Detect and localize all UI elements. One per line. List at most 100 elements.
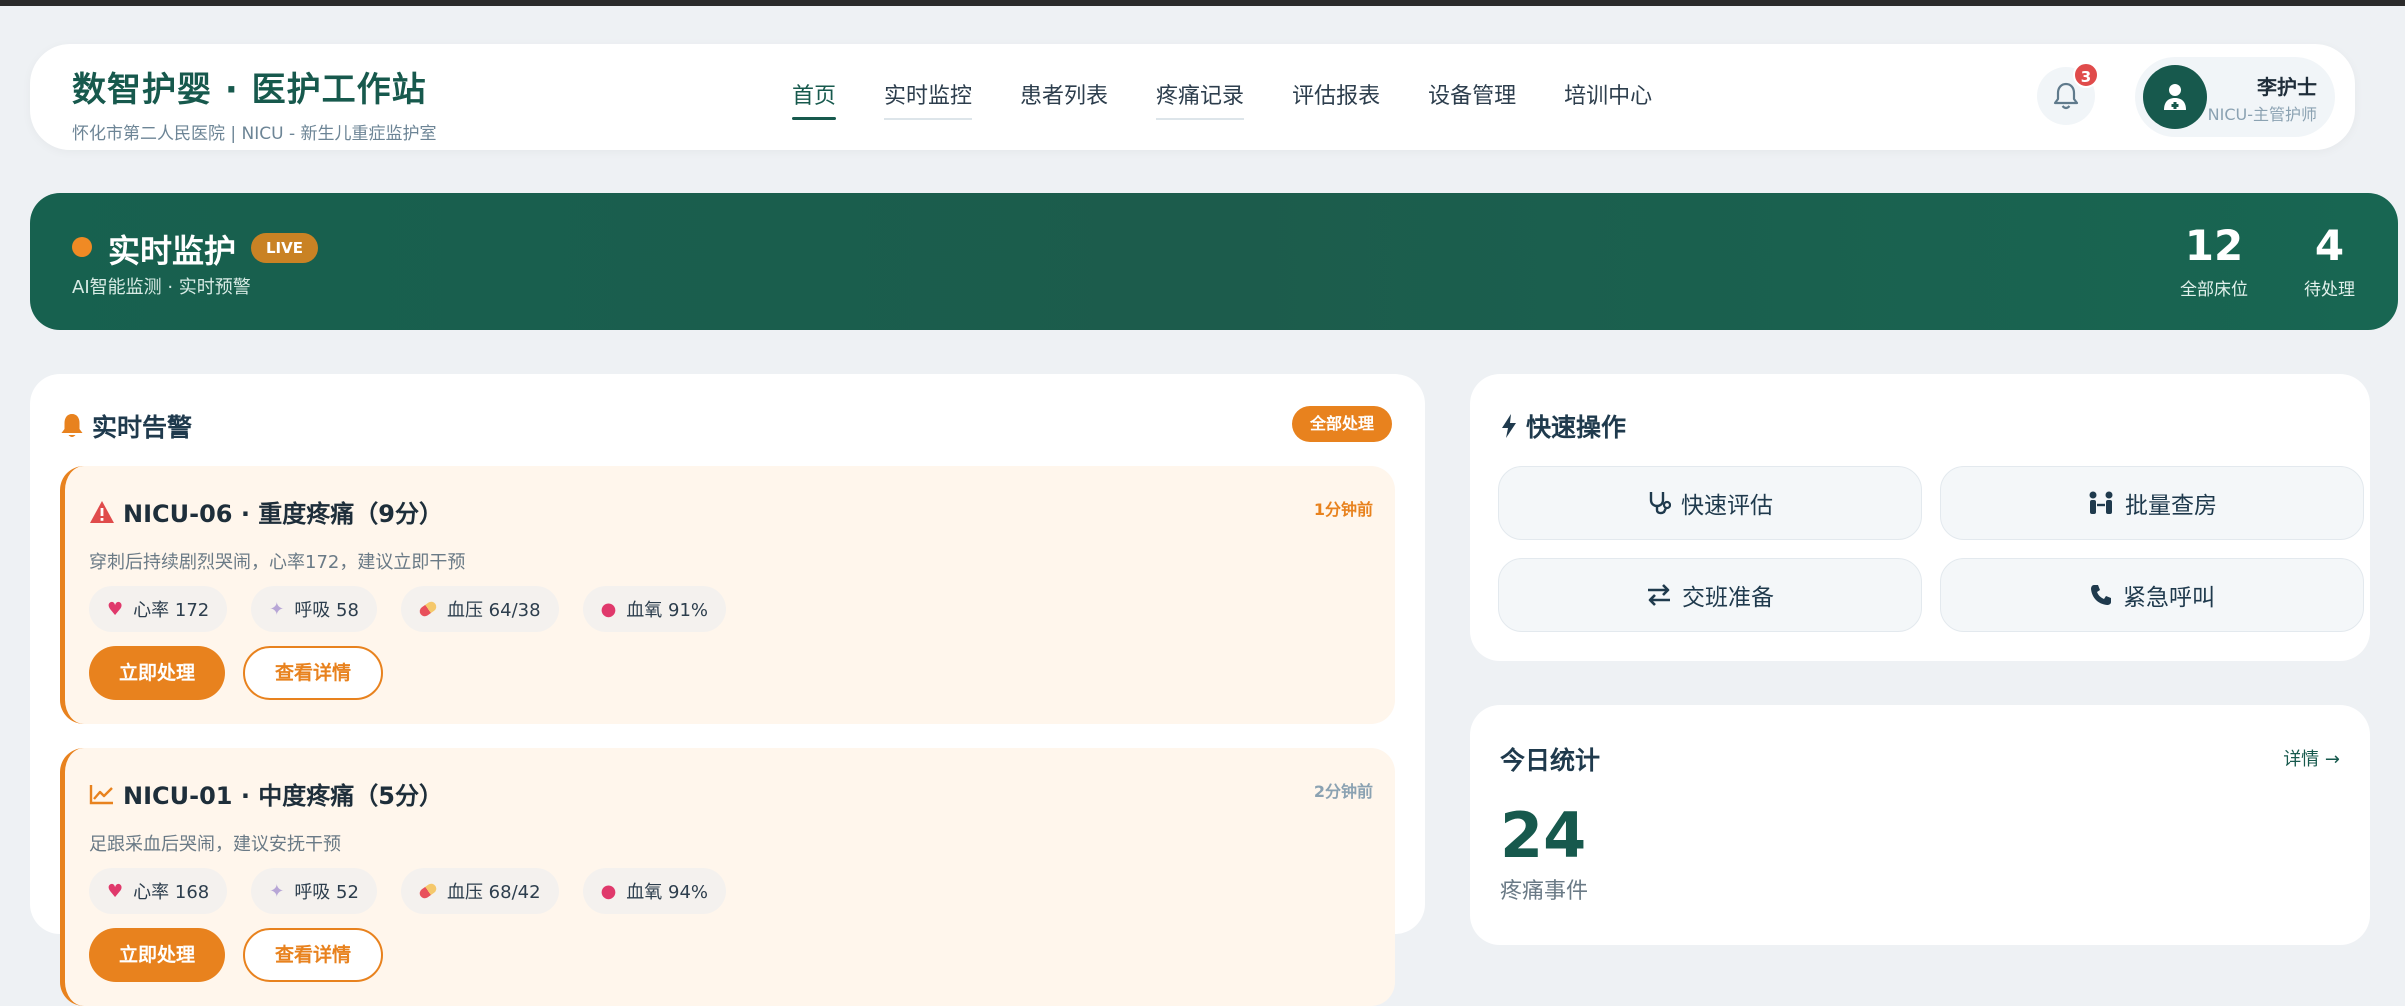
trend-line-icon: [89, 784, 113, 804]
window-top-strip: [0, 0, 2405, 6]
quick-actions-panel: 快速操作 快速评估 批量查房 交班准备 紧急呼叫: [1470, 374, 2370, 661]
alert-vitals: ♥ 心率 168 ✦ 呼吸 52 血压 68/42 ● 血氧 94%: [89, 868, 727, 914]
alerts-panel: 实时告警 全部处理 NICU-06 · 重度疼痛（9分） 1分钟前 穿刺后持续剧…: [30, 374, 1425, 1006]
nav-realtime-monitor[interactable]: 实时监控: [884, 78, 973, 120]
alert-description: 足跟采血后哭闹，建议安抚干预: [89, 834, 341, 855]
alert-title: NICU-01 · 中度疼痛（5分）: [89, 776, 443, 811]
vital-text: 呼吸 52: [294, 882, 359, 903]
vital-heart-rate: ♥ 心率 172: [89, 586, 228, 632]
banner-subtitle: AI智能监测 · 实时预警: [72, 277, 251, 298]
alert-title-text: NICU-01 · 中度疼痛（5分）: [123, 782, 444, 810]
quick-actions-title-text: 快速操作: [1526, 413, 1627, 442]
user-role: NICU-主管护师: [2207, 105, 2317, 124]
quick-assess-button[interactable]: 快速评估: [1498, 466, 1922, 540]
vital-blood-pressure: 血压 68/42: [400, 868, 559, 914]
nav-device-management[interactable]: 设备管理: [1428, 78, 1516, 120]
main-nav: 首页 实时监控 患者列表 疼痛记录 评估报表 设备管理 培训中心: [792, 78, 1652, 120]
nav-assessment-reports[interactable]: 评估报表: [1292, 78, 1380, 120]
stat-value: 4: [2314, 221, 2345, 270]
stethoscope-icon: [1649, 492, 1671, 515]
people-icon: [2089, 491, 2113, 514]
alert-title-text: NICU-06 · 重度疼痛（9分）: [123, 500, 444, 528]
shift-handover-button[interactable]: 交班准备: [1498, 558, 1922, 632]
lightning-icon: [1502, 414, 1516, 438]
vital-text: 心率 172: [133, 600, 210, 621]
bell-icon: [2053, 82, 2079, 110]
vital-text: 呼吸 58: [294, 600, 359, 621]
user-name: 李护士: [2257, 75, 2317, 99]
vital-text: 血氧 91%: [626, 600, 709, 621]
handle-now-button[interactable]: 立即处理: [89, 928, 226, 982]
user-profile[interactable]: 李护士 NICU-主管护师: [2135, 57, 2335, 137]
vital-text: 血压 64/38: [446, 600, 541, 621]
bell-icon: [61, 414, 83, 437]
quick-action-label: 快速评估: [1681, 493, 1773, 519]
today-stats-title: 今日统计: [1500, 746, 1601, 775]
drop-icon: ●: [600, 880, 617, 902]
alert-time: 1分钟前: [1313, 500, 1373, 519]
pain-events-count: 24: [1500, 799, 1587, 872]
alerts-title-text: 实时告警: [92, 413, 193, 442]
pill-icon: [417, 881, 439, 901]
phone-icon: [2091, 585, 2111, 605]
view-details-button[interactable]: 查看详情: [243, 928, 384, 982]
alert-description: 穿刺后持续剧烈哭闹，心率172，建议立即干预: [89, 552, 466, 573]
vital-spo2: ● 血氧 94%: [582, 868, 727, 914]
alert-actions: 立即处理 查看详情: [89, 928, 384, 982]
quick-actions-grid: 快速评估 批量查房 交班准备 紧急呼叫: [1498, 466, 2364, 632]
brand-subtitle: 怀化市第二人民医院 | NICU - 新生儿重症监护室: [72, 124, 437, 144]
nav-training-center[interactable]: 培训中心: [1564, 78, 1652, 120]
brand: 数智护婴 · 医护工作站 怀化市第二人民医院 | NICU - 新生儿重症监护室: [72, 62, 437, 144]
batch-rounds-button[interactable]: 批量查房: [1940, 466, 2364, 540]
today-stats-details-link[interactable]: 详情 →: [2283, 745, 2340, 771]
vital-heart-rate: ♥ 心率 168: [89, 868, 228, 914]
alert-title: NICU-06 · 重度疼痛（9分）: [89, 494, 443, 529]
vital-spo2: ● 血氧 91%: [582, 586, 727, 632]
lungs-icon: ✦: [269, 598, 285, 620]
warning-triangle-icon: [90, 500, 114, 523]
notification-count-badge: 3: [2073, 62, 2099, 88]
nav-home[interactable]: 首页: [792, 78, 837, 120]
heart-icon: ♥: [107, 598, 124, 620]
pill-icon: [417, 599, 439, 619]
alert-card: NICU-06 · 重度疼痛（9分） 1分钟前 穿刺后持续剧烈哭闹，心率172，…: [60, 466, 1395, 724]
vital-text: 血氧 94%: [626, 882, 709, 903]
brand-title: 数智护婴 · 医护工作站: [72, 70, 427, 110]
alerts-panel-title: 实时告警: [60, 408, 192, 444]
vital-text: 心率 168: [133, 882, 210, 903]
quick-action-label: 紧急呼叫: [2123, 585, 2215, 611]
handle-all-button[interactable]: 全部处理: [1292, 406, 1393, 442]
live-badge: LIVE: [251, 233, 318, 263]
vital-text: 血压 68/42: [446, 882, 541, 903]
swap-arrows-icon: [1648, 584, 1670, 606]
stat-total-beds: 12 全部床位: [2180, 221, 2248, 301]
banner-title: 实时监护: [108, 232, 237, 270]
nav-pain-records[interactable]: 疼痛记录: [1156, 78, 1245, 120]
quick-actions-title: 快速操作: [1500, 408, 1626, 444]
vital-respiration: ✦ 呼吸 52: [251, 868, 377, 914]
nav-patient-list[interactable]: 患者列表: [1020, 78, 1108, 120]
drop-icon: ●: [600, 598, 617, 620]
lungs-icon: ✦: [269, 880, 285, 902]
live-status-dot: [72, 237, 92, 257]
vital-respiration: ✦ 呼吸 58: [251, 586, 377, 632]
stat-pending: 4 待处理: [2304, 221, 2355, 301]
monitoring-banner: 实时监护 LIVE AI智能监测 · 实时预警 12 全部床位 4 待处理: [30, 193, 2398, 330]
view-details-button[interactable]: 查看详情: [243, 646, 384, 700]
alert-vitals: ♥ 心率 172 ✦ 呼吸 58 血压 64/38 ● 血氧 91%: [89, 586, 727, 632]
pain-events-label: 疼痛事件: [1500, 879, 1589, 904]
alert-time: 2分钟前: [1313, 782, 1373, 801]
vital-blood-pressure: 血压 64/38: [400, 586, 559, 632]
stat-label: 待处理: [2304, 280, 2355, 300]
stat-value: 12: [2184, 221, 2244, 270]
heart-icon: ♥: [107, 880, 124, 902]
today-stats-panel: 今日统计 详情 → 24 疼痛事件: [1470, 705, 2370, 945]
quick-action-label: 交班准备: [1682, 585, 1774, 611]
alert-card: NICU-01 · 中度疼痛（5分） 2分钟前 足跟采血后哭闹，建议安抚干预 ♥…: [60, 748, 1395, 1006]
app-header: 数智护婴 · 医护工作站 怀化市第二人民医院 | NICU - 新生儿重症监护室…: [30, 44, 2355, 150]
quick-action-label: 批量查房: [2125, 493, 2217, 519]
stat-label: 全部床位: [2180, 280, 2248, 300]
handle-now-button[interactable]: 立即处理: [89, 646, 226, 700]
emergency-call-button[interactable]: 紧急呼叫: [1940, 558, 2364, 632]
nurse-icon: [2164, 84, 2186, 110]
